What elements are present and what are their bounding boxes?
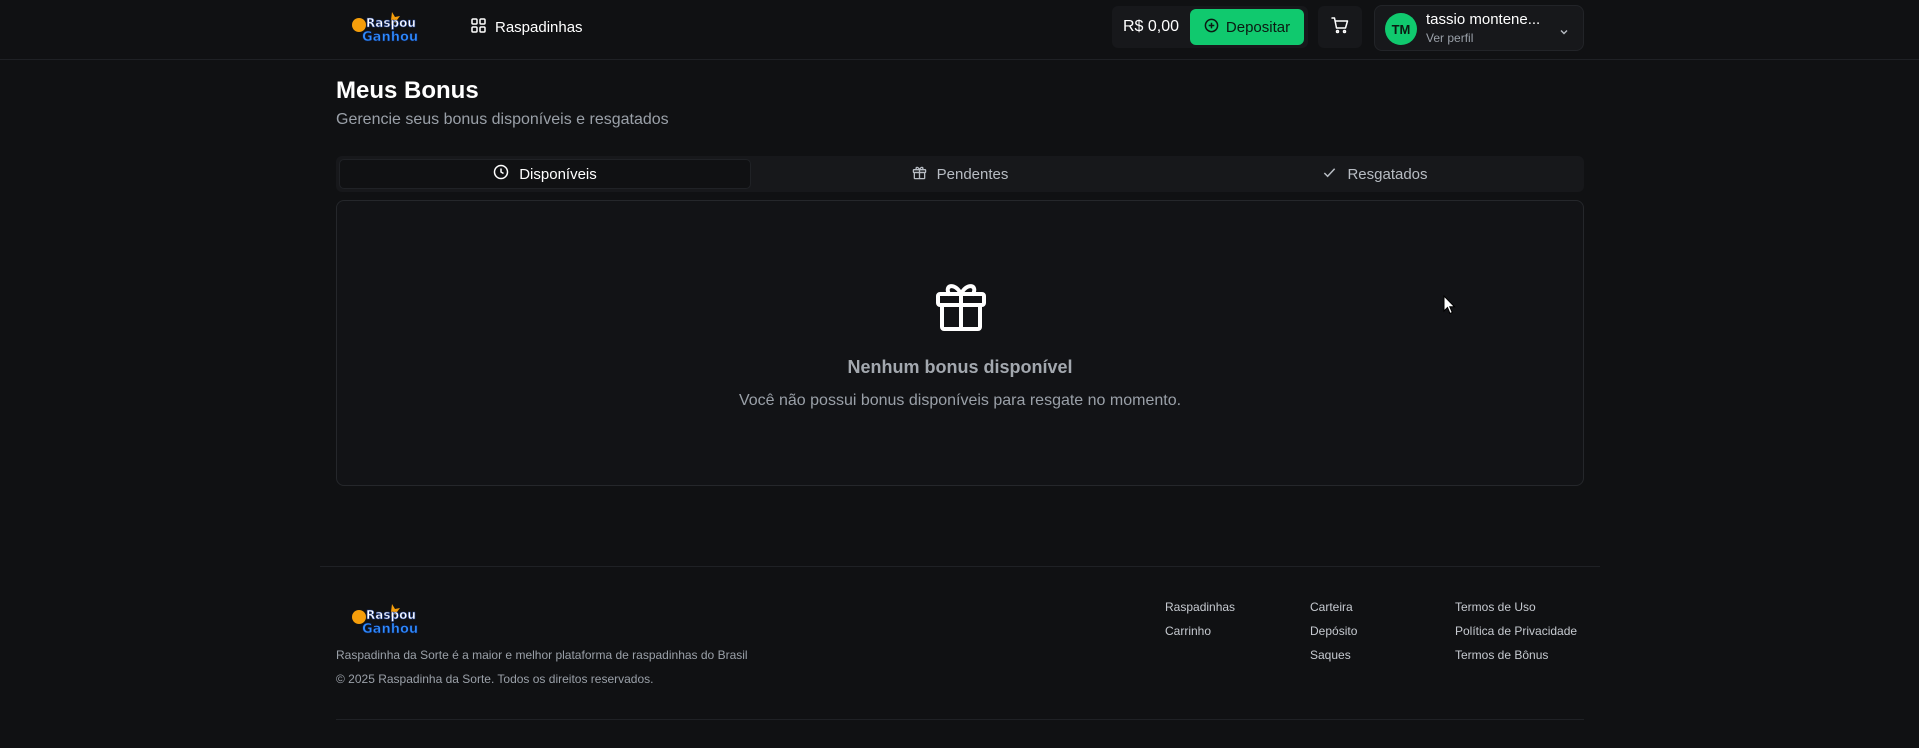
footer-logo[interactable]: Raspou Ganhou: [350, 603, 422, 637]
footer-link-raspadinhas[interactable]: Raspadinhas: [1165, 600, 1235, 614]
footer-link-carrinho[interactable]: Carrinho: [1165, 624, 1211, 638]
gift-icon: [933, 277, 989, 338]
site-logo[interactable]: Raspou Ganhou: [350, 11, 422, 45]
footer-bottom-divider: [336, 719, 1584, 720]
svg-text:Ganhou: Ganhou: [362, 622, 418, 637]
footer-copyright: © 2025 Raspadinha da Sorte. Todos os dir…: [336, 672, 654, 686]
svg-text:Ganhou: Ganhou: [362, 30, 418, 45]
gift-icon: [912, 165, 927, 184]
tab-pendentes-label: Pendentes: [936, 165, 1009, 183]
footer-link-privacidade[interactable]: Política de Privacidade: [1455, 624, 1577, 638]
tab-resgatados-label: Resgatados: [1347, 165, 1428, 183]
footer-link-deposito[interactable]: Depósito: [1310, 624, 1357, 638]
nav-raspadinhas[interactable]: Raspadinhas: [471, 16, 583, 38]
footer-divider: [320, 566, 1600, 567]
footer-description: Raspadinha da Sorte é a maior e melhor p…: [336, 648, 748, 662]
tab-pendentes[interactable]: Pendentes: [754, 159, 1166, 189]
balance-box: R$ 0,00 Depositar: [1112, 6, 1308, 48]
cart-button[interactable]: [1318, 6, 1362, 48]
nav-raspadinhas-label: Raspadinhas: [495, 18, 583, 36]
empty-state-card: Nenhum bonus disponível Você não possui …: [336, 200, 1584, 486]
profile-name: tassio montene...: [1426, 11, 1541, 28]
mouse-cursor-icon: [1443, 294, 1457, 320]
tab-disponiveis-label: Disponíveis: [519, 165, 597, 183]
top-header: Raspou Ganhou Raspadinhas R$ 0,00 Deposi…: [0, 0, 1919, 60]
check-icon: [1322, 165, 1337, 184]
footer-link-saques[interactable]: Saques: [1310, 648, 1351, 662]
svg-text:Raspou: Raspou: [366, 16, 416, 30]
grid-icon: [471, 17, 486, 37]
tab-resgatados[interactable]: Resgatados: [1169, 159, 1581, 189]
empty-state-title: Nenhum bonus disponível: [847, 357, 1073, 377]
balance-value: R$ 0,00: [1123, 18, 1180, 35]
clock-icon: [493, 164, 509, 184]
tab-disponiveis[interactable]: Disponíveis: [339, 159, 751, 189]
profile-menu[interactable]: TM tassio montene... Ver perfil: [1374, 5, 1584, 51]
chevron-down-icon: [1559, 24, 1569, 42]
footer-link-carteira[interactable]: Carteira: [1310, 600, 1353, 614]
avatar: TM: [1385, 13, 1417, 45]
page-subtitle: Gerencie seus bonus disponíveis e resgat…: [336, 111, 669, 128]
page-title: Meus Bonus: [336, 77, 479, 104]
footer-link-termos-de-bonus[interactable]: Termos de Bônus: [1455, 648, 1548, 662]
plus-circle-icon: [1204, 18, 1219, 37]
cart-icon: [1331, 16, 1349, 39]
deposit-label: Depositar: [1225, 18, 1291, 36]
footer-link-termos-de-uso[interactable]: Termos de Uso: [1455, 600, 1536, 614]
svg-text:Raspou: Raspou: [366, 608, 416, 622]
bonus-tabs: Disponíveis Pendentes Resgatados: [336, 156, 1584, 192]
deposit-button[interactable]: Depositar: [1190, 9, 1304, 45]
empty-state-text: Você não possui bonus disponíveis para r…: [738, 392, 1182, 409]
profile-link[interactable]: Ver perfil: [1426, 31, 1473, 45]
